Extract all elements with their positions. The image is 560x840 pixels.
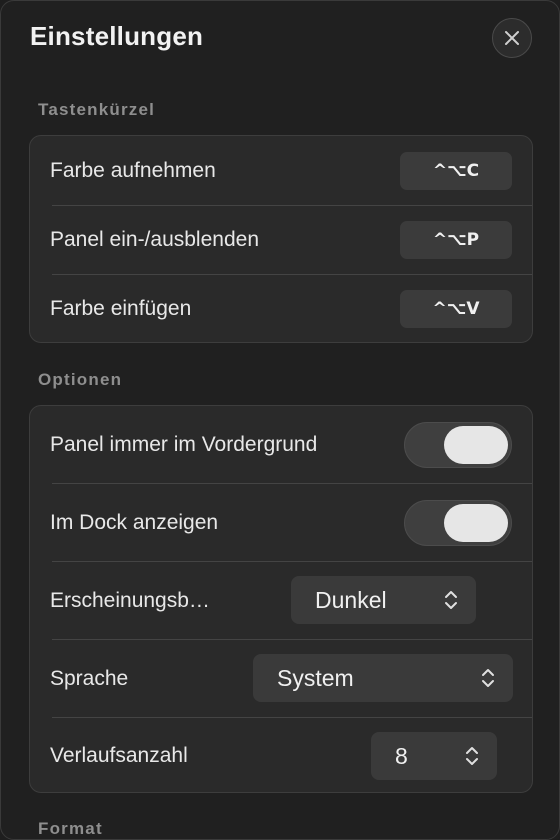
option-row-show-in-dock: Im Dock anzeigen <box>30 484 532 561</box>
option-label: Erscheinungsb… <box>50 588 210 612</box>
options-group: Panel immer im Vordergrund Im Dock anzei… <box>29 405 533 793</box>
shortcuts-group: Farbe aufnehmen ^⌥C Panel ein-/ausblende… <box>29 135 533 343</box>
shortcut-recorder-pick-color[interactable]: ^⌥C <box>400 151 512 190</box>
shortcut-label: Farbe einfügen <box>50 297 192 320</box>
shortcut-recorder-toggle-panel[interactable]: ^⌥P <box>400 221 512 259</box>
close-button[interactable] <box>492 18 532 58</box>
shortcut-row-paste-color: Farbe einfügen ^⌥V <box>30 275 532 343</box>
show-in-dock-toggle[interactable] <box>404 499 512 546</box>
option-label: Im Dock anzeigen <box>50 510 219 534</box>
select-value: 8 <box>395 743 408 769</box>
select-value: Dunkel <box>315 587 387 613</box>
settings-window: Einstellungen Tastenkürzel Farbe aufnehm… <box>0 0 560 840</box>
close-icon <box>505 31 519 45</box>
appearance-select[interactable]: Dunkel <box>291 576 476 624</box>
shortcut-row-pick-color: Farbe aufnehmen ^⌥C <box>30 136 532 205</box>
section-label-options: Optionen <box>38 370 123 389</box>
shortcut-label: Panel ein-/ausblenden <box>50 228 259 251</box>
option-row-appearance: Erscheinungsb… Dunkel <box>30 562 532 639</box>
option-label: Panel immer im Vordergrund <box>50 432 318 456</box>
shortcut-recorder-paste-color[interactable]: ^⌥V <box>400 290 512 328</box>
section-label-format: Format <box>38 819 103 838</box>
up-down-chevron-icon <box>445 591 457 609</box>
toggle-knob <box>444 425 508 464</box>
up-down-chevron-icon <box>482 669 494 687</box>
option-label: Verlaufsanzahl <box>50 744 188 767</box>
toggle-knob <box>444 503 508 542</box>
option-label: Sprache <box>50 666 129 690</box>
option-row-always-on-top: Panel immer im Vordergrund <box>30 406 532 483</box>
up-down-chevron-icon <box>466 747 478 765</box>
select-value: System <box>277 665 354 691</box>
section-label-shortcuts: Tastenkürzel <box>38 100 156 119</box>
option-row-history-count: Verlaufsanzahl 8 <box>30 718 532 794</box>
shortcut-row-toggle-panel: Panel ein-/ausblenden ^⌥P <box>30 206 532 274</box>
language-select[interactable]: System <box>253 654 513 702</box>
shortcut-label: Farbe aufnehmen <box>50 158 216 182</box>
history-count-select[interactable]: 8 <box>371 732 497 780</box>
window-title: Einstellungen <box>30 21 204 51</box>
option-row-language: Sprache System <box>30 640 532 717</box>
always-on-top-toggle[interactable] <box>404 421 512 468</box>
